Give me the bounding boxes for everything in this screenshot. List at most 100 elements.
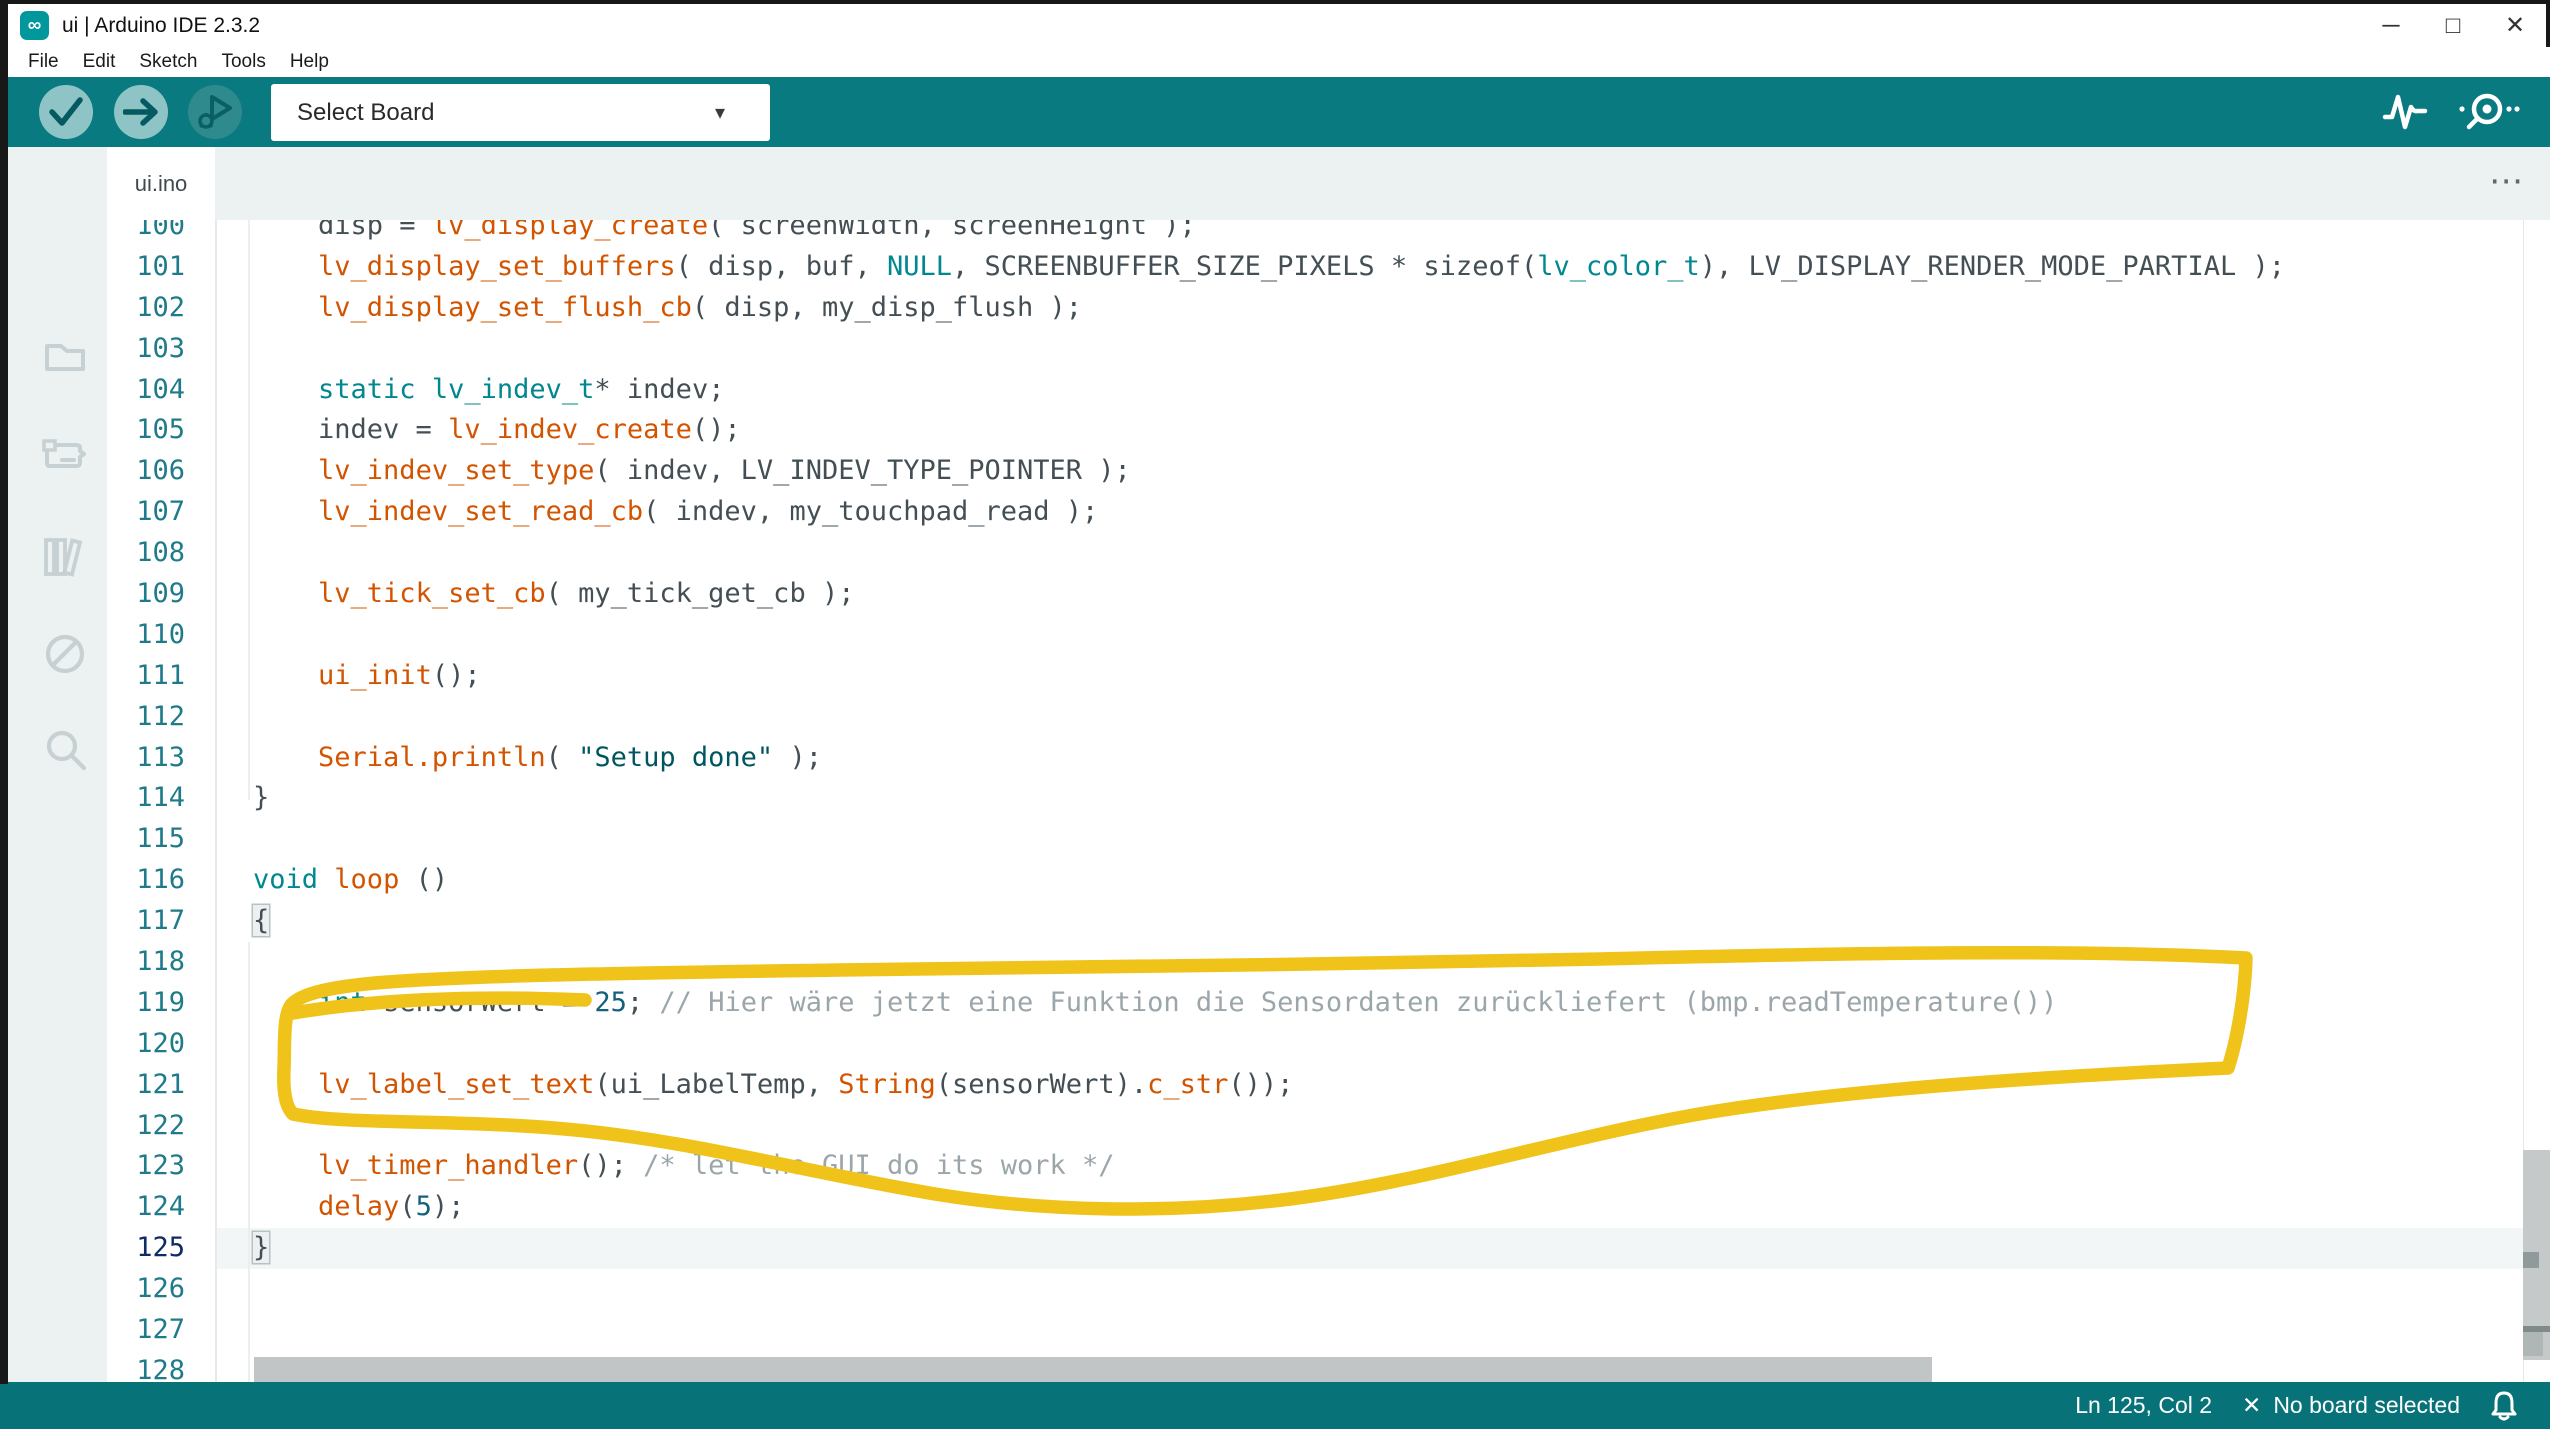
line-number: 107 [107,492,185,533]
line-number: 105 [107,410,185,451]
code-line[interactable]: 116void loop () [107,860,2550,901]
menu-item-tools[interactable]: Tools [209,51,277,73]
code-line[interactable]: 102 lv_display_set_flush_cb( disp, my_di… [107,288,2550,329]
window-controls: ─ □ ✕ [2360,4,2546,47]
code-line[interactable]: 118 [107,942,2550,983]
line-content: delay(5); [185,1187,464,1228]
line-content: int sensorWert = 25; // Hier wäre jetzt … [185,983,2057,1024]
code-line[interactable]: 105 indev = lv_indev_create(); [107,410,2550,451]
line-number: 120 [107,1024,185,1065]
code-line[interactable]: 108 [107,533,2550,574]
library-manager-icon[interactable] [42,534,88,580]
code-line[interactable]: 103 [107,329,2550,370]
line-number: 119 [107,983,185,1024]
board-selector-dropdown[interactable]: Select Board ▾ [271,84,770,141]
line-number: 122 [107,1106,185,1147]
arduino-logo-icon: ∞ [20,11,49,40]
code-line[interactable]: 112 [107,697,2550,738]
line-number: 127 [107,1310,185,1351]
code-line[interactable]: 109 lv_tick_set_cb( my_tick_get_cb ); [107,574,2550,615]
line-content: } [185,1228,269,1269]
line-content: indev = lv_indev_create(); [185,410,741,451]
toolbar-right [2382,77,2520,147]
serial-monitor-icon[interactable] [2454,89,2520,135]
code-line[interactable]: 110 [107,615,2550,656]
code-line[interactable]: 104 static lv_indev_t* indev; [107,370,2550,411]
code-line[interactable]: 119 int sensorWert = 25; // Hier wäre je… [107,983,2550,1024]
line-number: 125 [107,1228,185,1269]
maximize-button[interactable]: □ [2422,4,2484,47]
menu-item-edit[interactable]: Edit [71,51,128,73]
line-content [185,329,253,370]
code-line[interactable]: 121 lv_label_set_text(ui_LabelTemp, Stri… [107,1065,2550,1106]
chevron-down-icon: ▾ [715,100,725,125]
code-line[interactable]: 101 lv_display_set_buffers( disp, buf, N… [107,247,2550,288]
tab-bar: ui.ino ⋯ [107,147,2550,220]
menu-bar: FileEditSketchToolsHelp [8,47,2550,77]
code-line[interactable]: 113 Serial.println( "Setup done" ); [107,738,2550,779]
debug-panel-icon[interactable] [42,631,88,677]
toolbar: Select Board ▾ [8,77,2550,147]
notifications-bell-icon[interactable] [2490,1390,2518,1422]
menu-item-help[interactable]: Help [278,51,341,73]
board-status[interactable]: ✕ No board selected [2242,1392,2460,1419]
sidebar [8,147,107,1382]
board-status-label: No board selected [2273,1392,2460,1419]
line-content [185,1024,253,1065]
line-content: { [185,901,269,942]
line-content: lv_display_set_buffers( disp, buf, NULL,… [185,247,2285,288]
code-line[interactable]: 120 [107,1024,2550,1065]
menu-item-file[interactable]: File [16,51,71,73]
code-line[interactable]: 117{ [107,901,2550,942]
verify-button[interactable] [39,85,93,139]
horizontal-scrollbar[interactable] [254,1357,1932,1382]
code-line[interactable]: 106 lv_indev_set_type( indev, LV_INDEV_T… [107,451,2550,492]
code-editor[interactable]: 100 disp = lv_display_create( screenWidt… [107,220,2550,1382]
code-line[interactable]: 122 [107,1106,2550,1147]
code-line[interactable]: 127 [107,1310,2550,1351]
board-selector-label: Select Board [297,99,434,127]
code-line[interactable]: 100 disp = lv_display_create( screenWidt… [107,220,2550,247]
line-content: lv_tick_set_cb( my_tick_get_cb ); [185,574,854,615]
line-content: lv_timer_handler(); /* let the GUI do it… [185,1146,1115,1187]
upload-button[interactable] [114,85,168,139]
debug-button[interactable] [188,85,242,139]
line-content: } [185,778,269,819]
code-line[interactable]: 111 ui_init(); [107,656,2550,697]
sketchbook-folder-icon[interactable] [42,332,88,378]
more-actions-icon[interactable]: ⋯ [2489,161,2526,201]
code-line[interactable]: 123 lv_timer_handler(); /* let the GUI d… [107,1146,2550,1187]
line-content [185,1310,253,1351]
line-content: Serial.println( "Setup done" ); [185,738,822,779]
line-number: 114 [107,778,185,819]
line-number: 103 [107,329,185,370]
window-frame-left [0,0,8,1384]
code-line[interactable]: 115 [107,819,2550,860]
code-line[interactable]: 126 [107,1269,2550,1310]
tab-ui-ino[interactable]: ui.ino [107,147,215,220]
line-number: 117 [107,901,185,942]
boards-manager-icon[interactable] [42,432,88,478]
code-line[interactable]: 114} [107,778,2550,819]
window-title: ui | Arduino IDE 2.3.2 [62,14,260,38]
line-content: ui_init(); [185,656,481,697]
line-number: 111 [107,656,185,697]
code-line[interactable]: 107 lv_indev_set_read_cb( indev, my_touc… [107,492,2550,533]
line-number: 123 [107,1146,185,1187]
line-content: lv_indev_set_type( indev, LV_INDEV_TYPE_… [185,451,1131,492]
line-content: static lv_indev_t* indev; [185,370,724,411]
search-icon[interactable] [42,727,88,773]
minimize-button[interactable]: ─ [2360,4,2422,47]
line-number: 113 [107,738,185,779]
line-number: 108 [107,533,185,574]
code-line[interactable]: 124 delay(5); [107,1187,2550,1228]
serial-plotter-icon[interactable] [2382,90,2428,134]
line-content [185,1351,253,1382]
line-number: 102 [107,288,185,329]
line-content [185,942,253,983]
line-number: 128 [107,1351,185,1382]
line-number: 109 [107,574,185,615]
code-line[interactable]: 125} [107,1228,2550,1269]
menu-item-sketch[interactable]: Sketch [127,51,209,73]
close-button[interactable]: ✕ [2484,4,2546,47]
